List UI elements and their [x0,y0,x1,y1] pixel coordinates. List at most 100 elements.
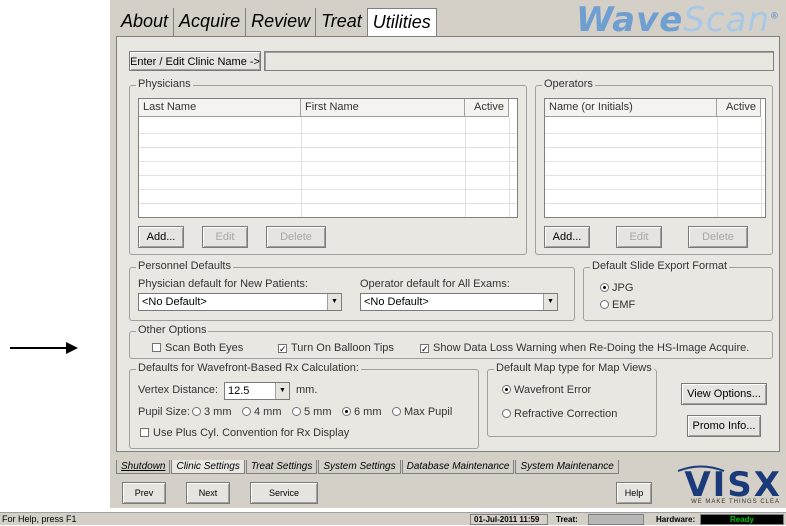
treat-label: Treat: [556,515,578,524]
map-type-group: Default Map type for Map Views Wavefront… [487,362,657,437]
vertex-distance-select[interactable]: 12.5 ▼ [224,382,290,400]
pupil-4mm-label: 4 mm [254,406,282,418]
physician-default-value: <No Default> [142,296,207,308]
operator-default-value: <No Default> [364,296,429,308]
other-options-group: Other Options Scan Both Eyes ✓ Turn On Ba… [129,324,773,359]
chevron-down-icon: ▼ [543,294,557,310]
next-button[interactable]: Next [186,482,230,504]
edit-clinic-name-button[interactable]: Enter / Edit Clinic Name -> [129,51,261,71]
tab-review[interactable]: Review [245,8,316,36]
help-button[interactable]: Help [616,482,652,504]
logo-mark: ® [770,11,780,22]
vertex-distance-value: 12.5 [228,385,250,397]
tab-shutdown[interactable]: Shutdown [116,460,171,474]
col-name-initials[interactable]: Name (or Initials) [545,99,717,117]
radio-emf[interactable]: EMF [600,299,635,311]
tab-clinic-settings[interactable]: Clinic Settings [171,460,245,474]
bottom-tab-bar: Shutdown Clinic Settings Treat Settings … [116,460,620,474]
pupil-5mm-label: 5 mm [304,406,332,418]
radio-icon [292,407,301,416]
radio-icon [242,407,251,416]
col-operator-active[interactable]: Active [717,99,761,117]
radio-icon [502,409,511,418]
radio-emf-label: EMF [612,299,636,311]
balloon-tips-checkbox[interactable]: ✓ Turn On Balloon Tips [278,342,394,354]
physicians-group: Physicians Last Name First Name Active A… [129,78,527,255]
scan-both-eyes-checkbox[interactable]: Scan Both Eyes [152,342,243,354]
slide-export-label: Default Slide Export Format [590,260,730,272]
plus-cyl-label: Use Plus Cyl. Convention for Rx Display [153,427,350,439]
edit-physician-button[interactable]: Edit [202,226,248,248]
add-physician-button[interactable]: Add... [138,226,184,248]
tab-utilities[interactable]: Utilities [366,8,437,36]
wavescan-logo: WaveScan® [576,0,780,40]
radio-icon [502,385,511,394]
chevron-down-icon: ▼ [275,383,289,399]
visx-tagline: WE MAKE THINGS CLEA [691,499,780,505]
rx-defaults-group: Defaults for Wavefront-Based Rx Calculat… [129,362,479,449]
radio-pupil-4mm[interactable]: 4 mm [242,406,282,418]
status-bar: For Help, press F1 01-Jul-2011 11:59 Tre… [0,512,786,525]
col-active[interactable]: Active [465,99,509,117]
tab-about[interactable]: About [116,8,174,36]
data-loss-warning-checkbox[interactable]: ✓ Show Data Loss Warning when Re-Doing th… [420,342,749,354]
radio-wavefront-error[interactable]: Wavefront Error [502,384,591,396]
radio-icon [342,407,351,416]
pupil-size-label: Pupil Size: [138,406,190,418]
clinic-settings-panel: Enter / Edit Clinic Name -> Physicians L… [116,36,780,452]
balloon-tips-label: Turn On Balloon Tips [291,342,394,354]
right-arrow-icon [10,342,78,354]
radio-pupil-max[interactable]: Max Pupil [392,406,452,418]
tab-system-settings[interactable]: System Settings [318,460,401,474]
logo-part2: Scan [683,0,770,40]
tab-system-maintenance[interactable]: System Maintenance [515,460,619,474]
operators-group: Operators Name (or Initials) Active Add.… [535,78,773,255]
physician-default-select[interactable]: <No Default> ▼ [138,293,342,311]
clinic-name-field[interactable] [264,51,774,71]
operators-label: Operators [542,78,595,90]
pupil-6mm-label: 6 mm [354,406,382,418]
radio-pupil-5mm[interactable]: 5 mm [292,406,332,418]
logo-part1: Wave [575,0,684,40]
radio-pupil-3mm[interactable]: 3 mm [192,406,232,418]
scan-both-eyes-label: Scan Both Eyes [165,342,244,354]
operator-default-select[interactable]: <No Default> ▼ [360,293,558,311]
tab-database-maintenance[interactable]: Database Maintenance [401,460,515,474]
radio-jpg-label: JPG [612,282,634,294]
col-first-name[interactable]: First Name [301,99,465,117]
top-tab-bar: About Acquire Review Treat Utilities [116,8,437,36]
view-options-button[interactable]: View Options... [681,383,767,405]
operators-list[interactable]: Name (or Initials) Active [544,98,766,218]
prev-button[interactable]: Prev [122,482,166,504]
radio-icon [392,407,401,416]
map-type-label: Default Map type for Map Views [494,362,654,374]
physicians-list[interactable]: Last Name First Name Active [138,98,518,218]
checkbox-icon [140,428,149,437]
delete-operator-button[interactable]: Delete [688,226,748,248]
visx-logo: VISX [684,465,782,505]
refractive-correction-label: Refractive Correction [514,408,618,420]
edit-operator-button[interactable]: Edit [616,226,662,248]
hardware-label: Hardware: [656,515,696,524]
operator-default-label: Operator default for All Exams: [360,278,510,290]
tab-treat-settings[interactable]: Treat Settings [245,460,318,474]
hardware-status: Ready [700,514,784,525]
promo-info-button[interactable]: Promo Info... [687,415,761,437]
col-last-name[interactable]: Last Name [139,99,301,117]
radio-jpg[interactable]: JPG [600,282,633,294]
plus-cyl-checkbox[interactable]: Use Plus Cyl. Convention for Rx Display [140,427,349,439]
physician-default-label: Physician default for New Patients: [138,278,308,290]
delete-physician-button[interactable]: Delete [266,226,326,248]
radio-refractive-correction[interactable]: Refractive Correction [502,408,617,420]
add-operator-button[interactable]: Add... [544,226,590,248]
personnel-defaults-group: Personnel Defaults Physician default for… [129,260,575,321]
pupil-3mm-label: 3 mm [204,406,232,418]
rx-defaults-label: Defaults for Wavefront-Based Rx Calculat… [136,362,361,374]
data-loss-warning-label: Show Data Loss Warning when Re-Doing the… [433,342,750,354]
tab-acquire[interactable]: Acquire [173,8,246,36]
pupil-max-label: Max Pupil [404,406,453,418]
slide-export-group: Default Slide Export Format JPG EMF [583,260,773,321]
tab-treat[interactable]: Treat [315,8,367,36]
radio-pupil-6mm[interactable]: 6 mm [342,406,382,418]
service-button[interactable]: Service [250,482,318,504]
